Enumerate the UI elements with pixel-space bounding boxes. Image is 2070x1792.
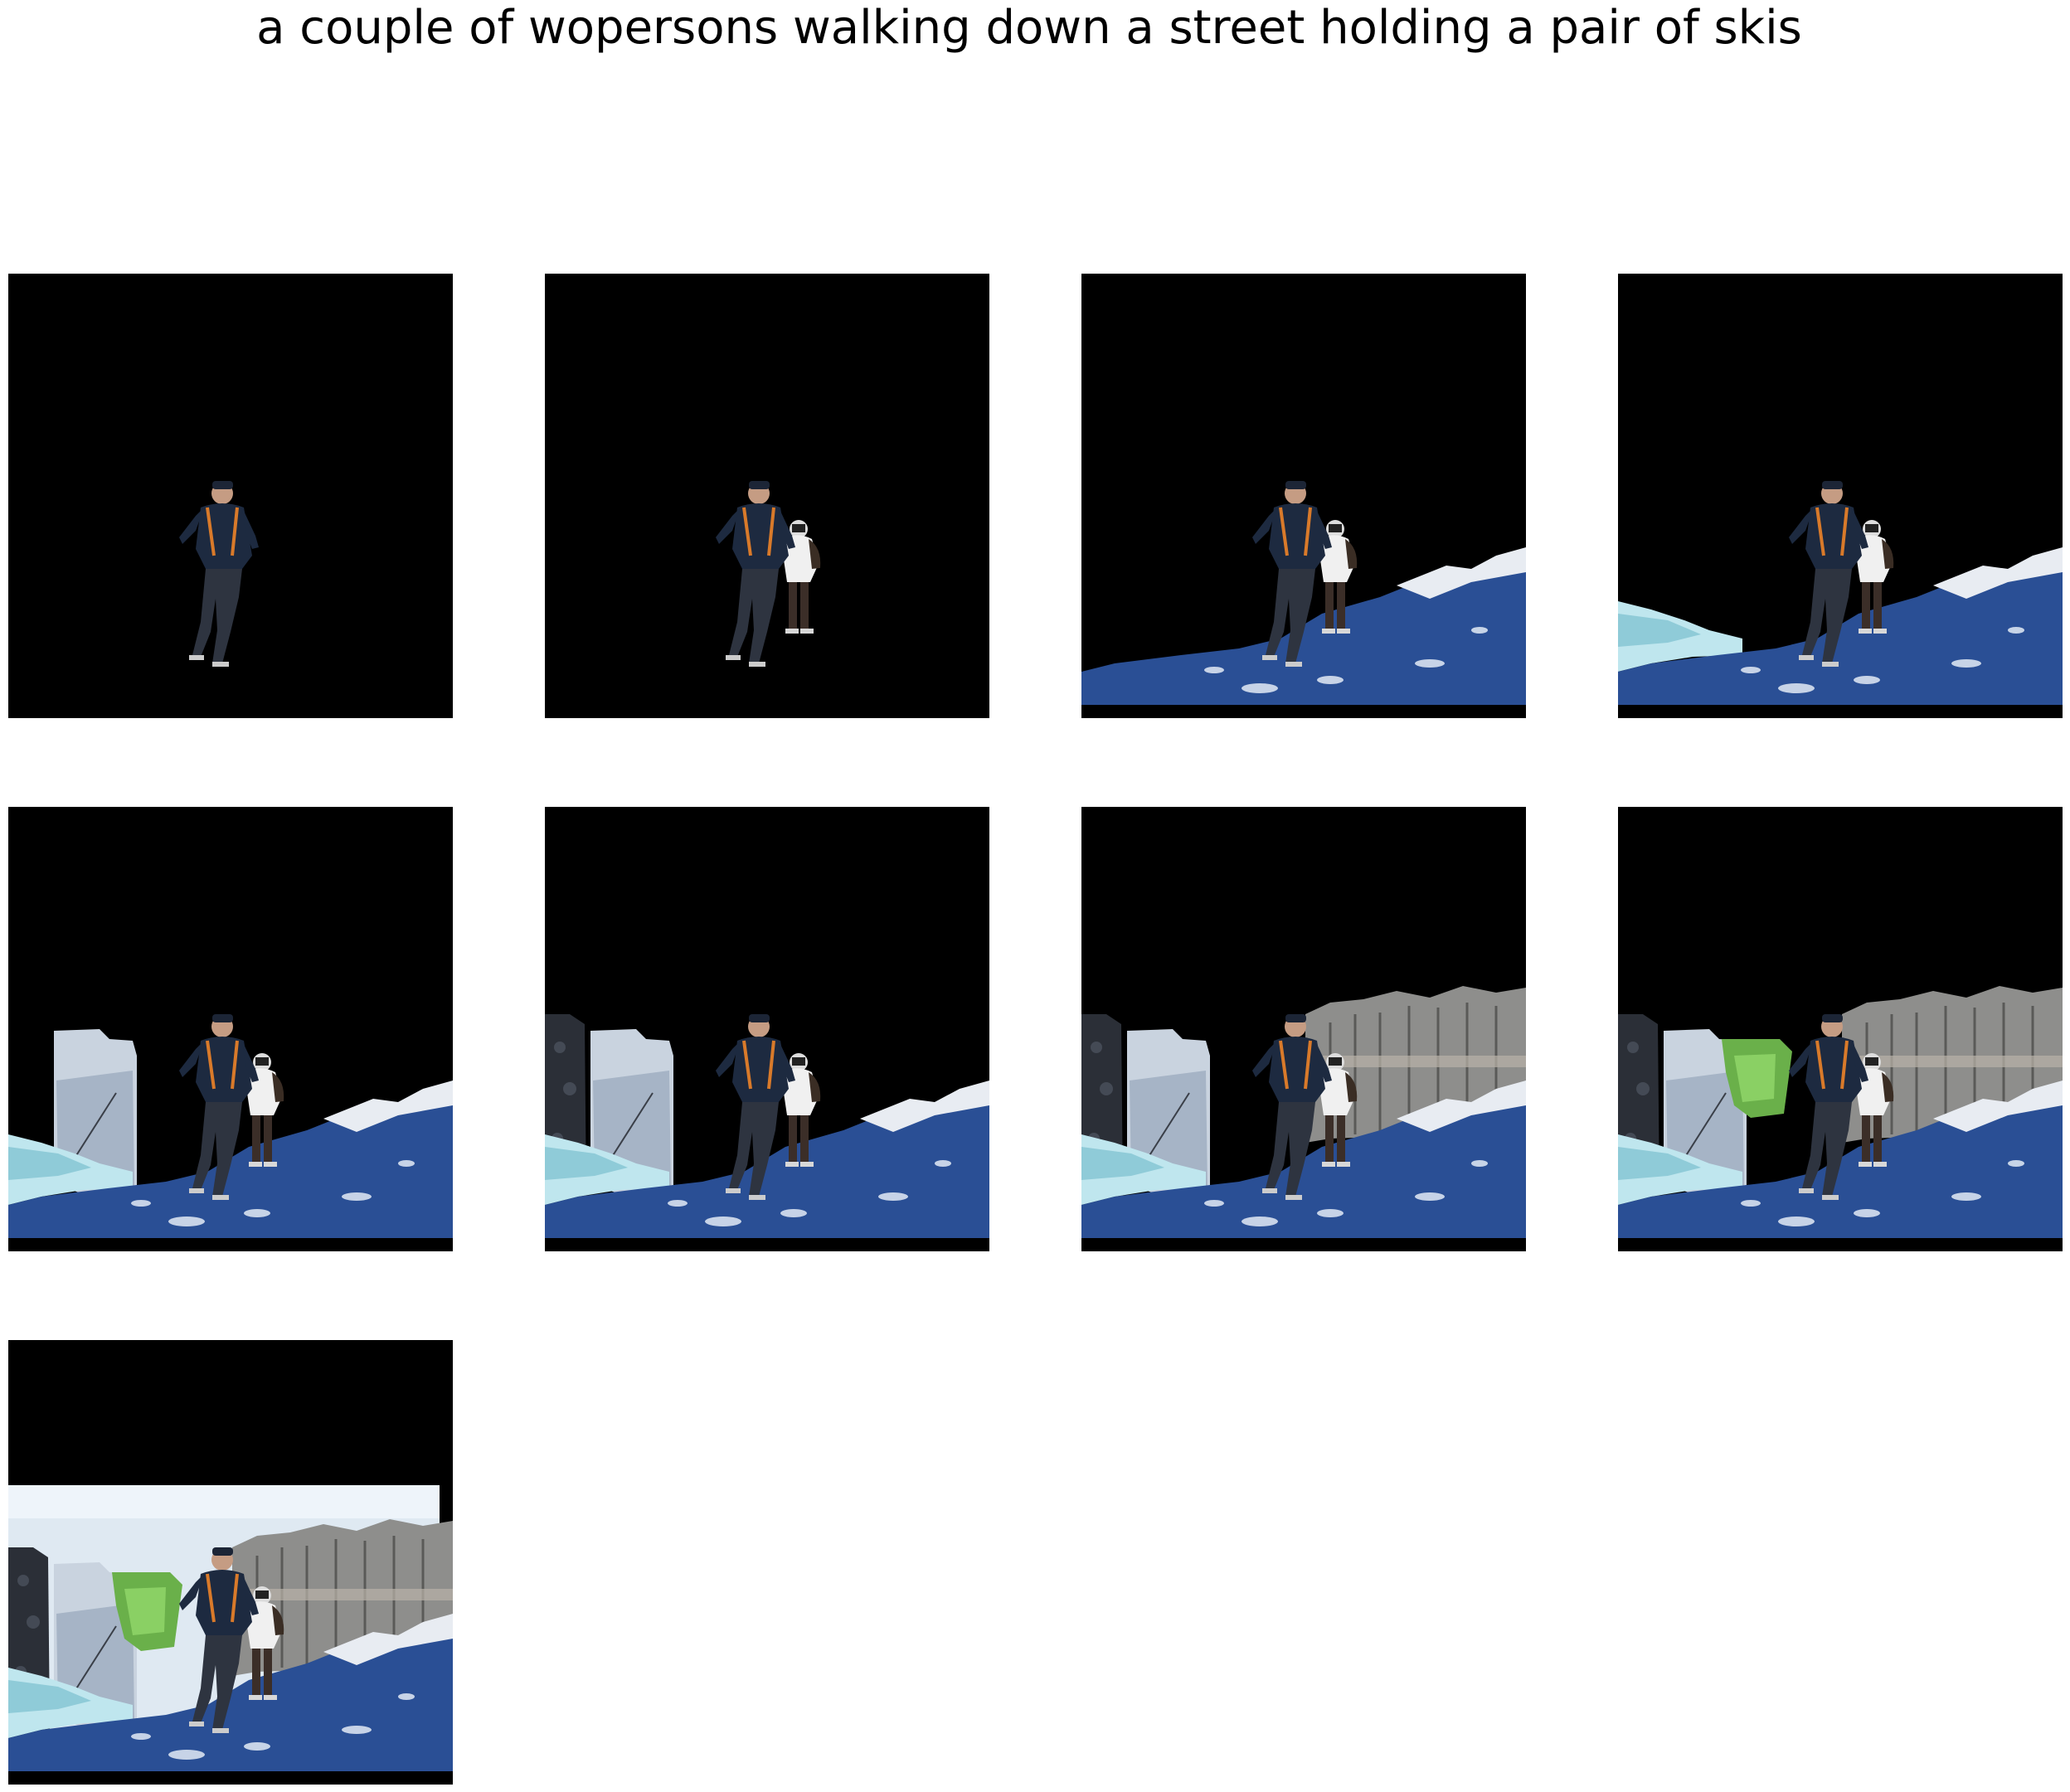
layer-person-man [179,481,259,667]
composition-panel-step-7 [1081,807,1526,1251]
composition-panel-step-9 [8,1340,453,1785]
composition-panel-step-5 [8,807,453,1251]
panel-image [545,1014,989,1251]
composition-panel-step-6 [545,807,989,1251]
panel-image [8,1485,453,1785]
figure-title: a couple of wopersons walking down a str… [256,1,1802,55]
layer-person-man [716,481,795,667]
panel-image [1618,986,2063,1251]
panel-image [1081,481,1526,718]
composition-panel-step-3 [1081,274,1526,718]
panel-image [716,481,821,667]
composition-panel-step-2 [545,274,989,718]
panel-image [1081,986,1526,1251]
composition-panel-step-1 [8,274,453,718]
panel-image [1618,481,2063,718]
panel-image [8,1014,453,1251]
composition-panel-step-8 [1618,807,2063,1251]
panel-image [179,481,259,667]
composition-panel-step-4 [1618,274,2063,718]
